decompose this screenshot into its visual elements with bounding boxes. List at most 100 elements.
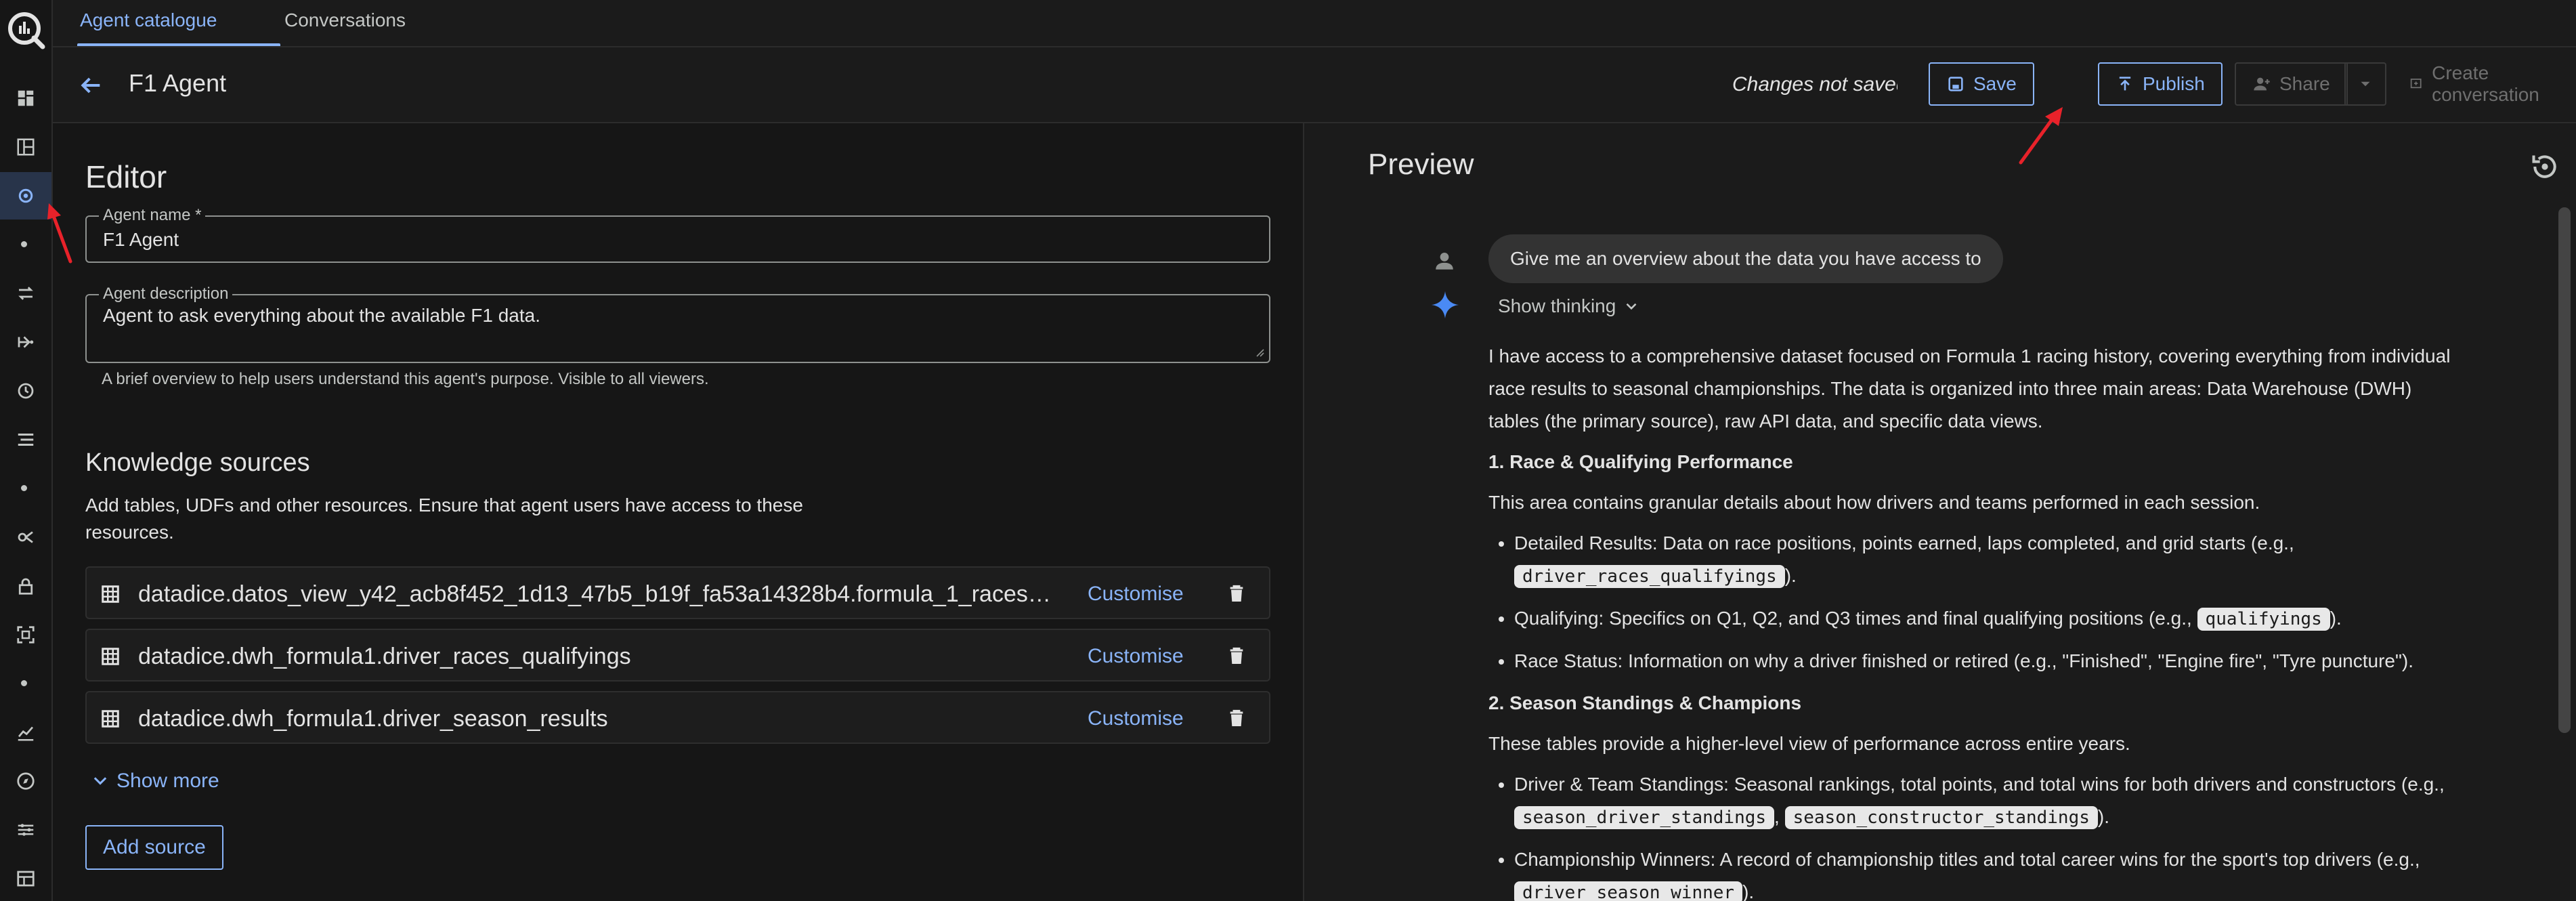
tab-conversations[interactable]: Conversations [284,9,406,31]
show-thinking-label: Show thinking [1498,295,1616,316]
list-item-text: Race Status: Information on why a driver… [1514,650,2414,671]
annotation-arrow-icon [47,203,72,264]
list-item-text: Detailed Results: Data on race positions… [1514,532,2294,553]
show-more-button[interactable]: Show more [91,770,219,793]
knowledge-sources-title: Knowledge sources [85,448,310,477]
page-title: F1 Agent [129,69,227,97]
transfer-icon[interactable] [13,280,39,306]
delete-icon[interactable] [1226,645,1247,667]
pipeline-icon[interactable] [13,329,39,355]
source-row: datadice.dwh_formula1.driver_season_resu… [85,691,1270,744]
table-icon [102,585,119,603]
agent-response: I have access to a comprehensive dataset… [1488,340,2457,901]
publish-label: Publish [2143,73,2205,94]
agent-name-field[interactable]: Agent name * F1 Agent [85,206,1270,263]
tab-agent-catalogue[interactable]: Agent catalogue [80,9,217,31]
preview-title: Preview [1368,148,1474,181]
editor-title: Editor [85,159,167,194]
reset-preview-icon[interactable] [2530,152,2560,182]
chevron-down-icon [2361,81,2370,87]
list-item: Race Status: Information on why a driver… [1514,645,2457,677]
resize-handle-icon[interactable] [1254,347,1265,358]
create-conversation-button[interactable]: Create conversation [2393,62,2576,106]
rail-separator-dot [21,485,27,491]
share-button[interactable]: Share [2235,62,2348,106]
section-heading: 2. Season Standings & Champions [1488,692,1802,713]
table-icon[interactable] [13,866,39,892]
delete-icon[interactable] [1226,707,1247,729]
history-icon[interactable] [13,378,39,404]
section-intro: These tables provide a higher-level view… [1488,733,2130,754]
lock-icon[interactable] [13,573,39,599]
share-label: Share [2279,73,2330,94]
list-item: Detailed Results: Data on race positions… [1514,527,2457,593]
active-tab-indicator [77,43,280,46]
rail-separator-dot [21,680,27,686]
chevron-down-icon [93,777,107,785]
analytics-icon[interactable] [13,719,39,745]
share-menu-button[interactable] [2344,62,2386,106]
bullet-list: Driver & Team Standings: Seasonal rankin… [1514,768,2457,901]
add-chat-icon [2410,79,2422,89]
explore-icon[interactable] [13,768,39,794]
customise-button[interactable]: Customise [1088,645,1184,668]
add-person-icon [2254,77,2270,91]
agent-name-label: Agent name * [99,206,206,225]
unsaved-status: Changes not saved [1732,73,1897,96]
section-heading: 1. Race & Qualifying Performance [1488,451,1793,472]
agent-settings-icon[interactable] [13,183,39,209]
app-logo-icon[interactable] [5,9,46,50]
top-tabs: Agent catalogue Conversations [53,0,2576,47]
show-thinking-toggle[interactable]: Show thinking [1498,295,1640,317]
sliders-icon[interactable] [13,817,39,843]
chevron-down-icon [1626,303,1637,310]
list-item: Driver & Team Standings: Seasonal rankin… [1514,768,2457,834]
description-hint: A brief overview to help users understan… [102,370,709,388]
annotation-arrow-icon [2019,107,2063,165]
publish-icon [2119,77,2131,91]
code-span: season_constructor_standings [1784,806,2098,829]
layout-icon[interactable] [13,134,39,160]
editor-pane: Editor Agent name * F1 Agent Agent descr… [53,123,1304,901]
agent-description-label: Agent description [99,285,233,303]
add-source-button[interactable]: Add source [85,825,223,870]
code-span: driver_season_winner [1514,881,1743,901]
source-row: datadice.datos_view_y42_acb8f452_1d13_47… [85,566,1270,619]
save-label: Save [1973,73,2017,94]
back-arrow-icon[interactable] [77,72,104,99]
list-item-text: Driver & Team Standings: Seasonal rankin… [1514,774,2445,795]
agent-name-input[interactable]: F1 Agent [103,229,179,251]
user-avatar-icon [1436,252,1453,270]
list-item-text: Qualifying: Specifics on Q1, Q2, and Q3 … [1514,608,2197,629]
tools-icon[interactable] [13,524,39,550]
knowledge-sources-description: Add tables, UDFs and other resources. En… [85,495,803,543]
code-span: qualifyings [2197,608,2330,631]
publish-button[interactable]: Publish [2098,62,2223,106]
preview-scrollbar[interactable] [2558,207,2571,733]
list-icon[interactable] [13,427,39,453]
agent-description-field[interactable]: Agent description Agent to ask everythin… [85,285,1270,363]
save-button[interactable]: Save [1929,62,2034,106]
code-span: driver_races_qualifyings [1514,565,1785,588]
table-icon [102,648,119,665]
section-intro: This area contains granular details abou… [1488,492,2260,513]
show-more-label: Show more [116,770,219,792]
source-name: datadice.dwh_formula1.driver_season_resu… [138,706,608,732]
dashboard-icon[interactable] [13,85,39,111]
rail-separator-dot [21,241,27,247]
user-message: Give me an overview about the data you h… [1488,234,2003,283]
left-rail [0,0,53,901]
customise-button[interactable]: Customise [1088,583,1184,606]
customise-button[interactable]: Customise [1088,707,1184,730]
create-conversation-label: Create conversation [2432,62,2539,105]
list-item-text: Championship Winners: A record of champi… [1514,849,2420,870]
response-intro: I have access to a comprehensive dataset… [1488,345,2451,432]
delete-icon[interactable] [1226,583,1247,604]
source-name: datadice.datos_view_y42_acb8f452_1d13_47… [138,581,1059,607]
table-icon [102,710,119,728]
source-name: datadice.dwh_formula1.driver_races_quali… [138,644,631,669]
list-item: Qualifying: Specifics on Q1, Q2, and Q3 … [1514,602,2457,635]
scan-icon[interactable] [13,622,39,648]
agent-description-input[interactable]: Agent to ask everything about the availa… [103,305,540,327]
list-item: Championship Winners: A record of champi… [1514,843,2457,901]
